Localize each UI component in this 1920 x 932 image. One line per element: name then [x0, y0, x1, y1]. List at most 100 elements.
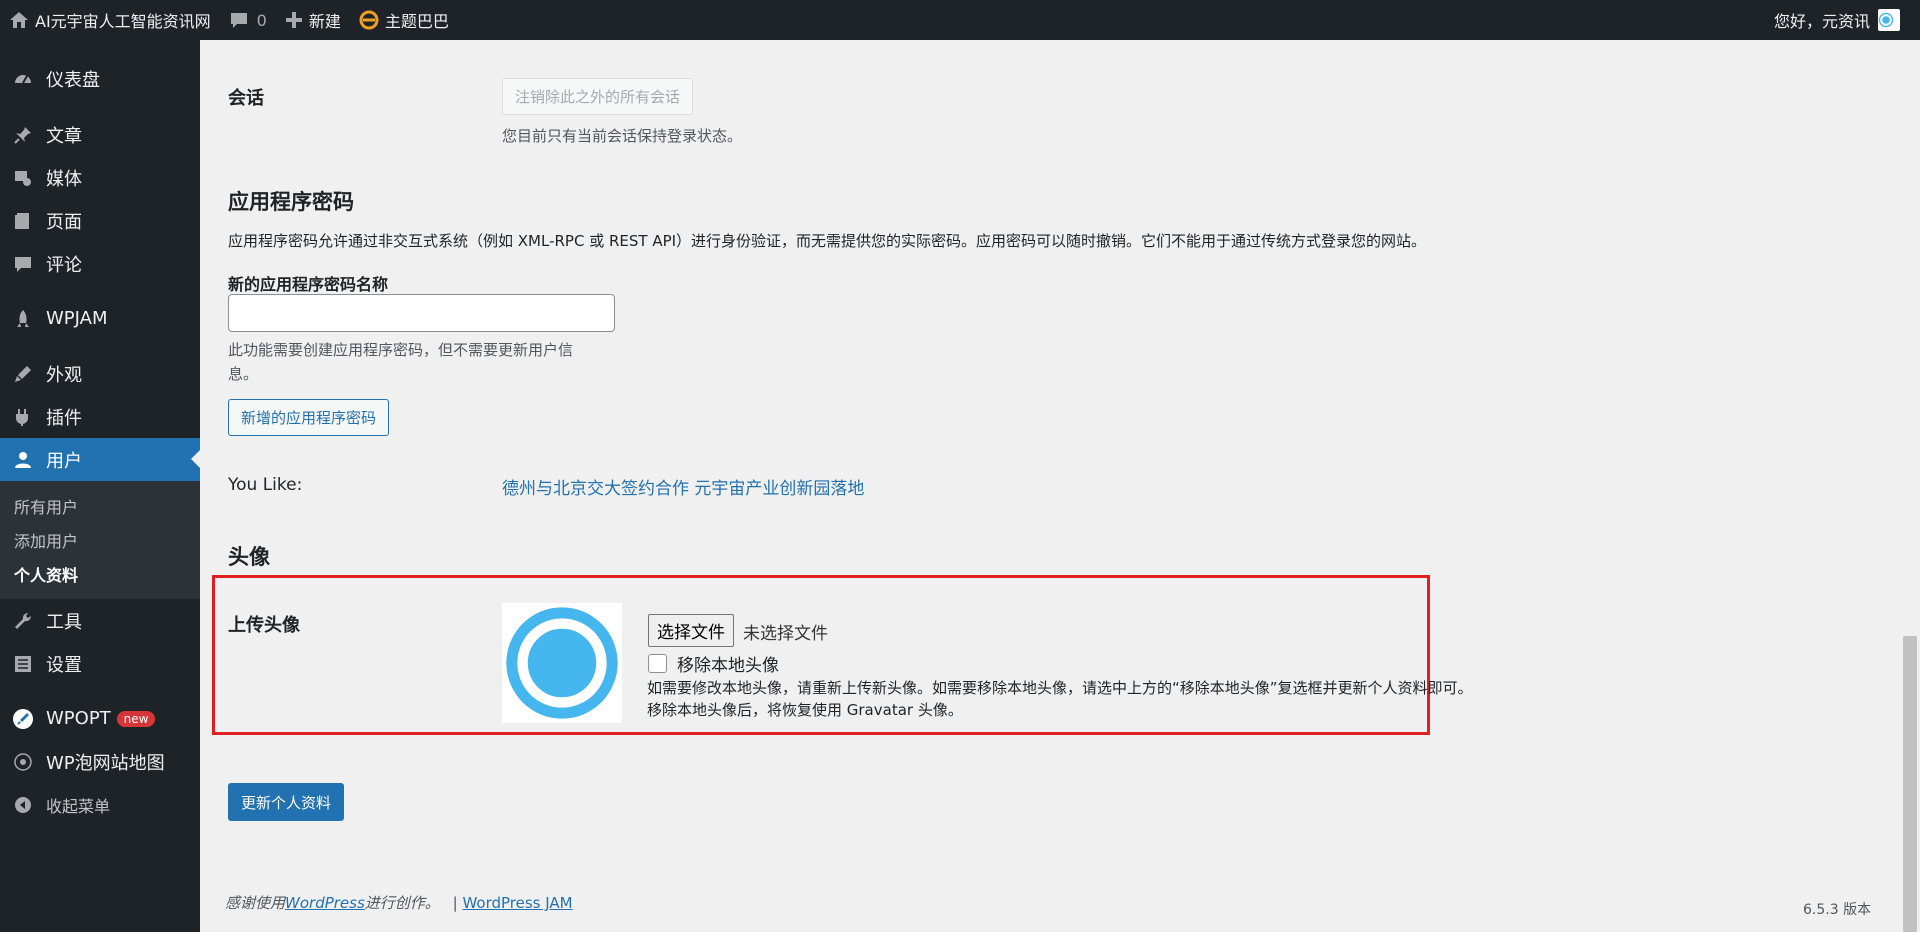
menu-wpjam[interactable]: WPJAM — [0, 297, 200, 340]
theme-link[interactable]: 主题巴巴 — [350, 0, 458, 40]
you-like-label: You Like: — [228, 475, 303, 495]
comments-link[interactable]: 0 — [220, 0, 276, 40]
menu-label: 工具 — [46, 611, 82, 633]
logout-other-sessions-button[interactable]: 注销除此之外的所有会话 — [502, 78, 694, 115]
menu-appearance[interactable]: 外观 — [0, 352, 200, 395]
page-icon — [12, 210, 34, 232]
users-submenu: 所有用户 添加用户 个人资料 — [0, 481, 200, 599]
upload-avatar-label: 上传头像 — [228, 615, 300, 636]
page-scrollbar[interactable] — [1900, 40, 1920, 932]
theme-label: 主题巴巴 — [384, 12, 449, 31]
sitemap-icon — [12, 751, 34, 773]
collapse-icon — [12, 794, 34, 816]
admin-bar: AI元宇宙人工智能资讯网 0 新建 主题巴巴 您好，元资讯 — [0, 0, 1920, 40]
menu-users[interactable]: 用户 — [0, 438, 200, 481]
footer-version: 6.5.3 版本 — [1803, 902, 1872, 918]
user-icon — [12, 449, 34, 471]
footer-thanks: 感谢使用WordPress进行创作。 | WordPress JAM — [225, 892, 573, 913]
you-like-link[interactable]: 德州与北京交大签约合作 元宇宙产业创新园落地 — [502, 474, 864, 499]
media-icon — [12, 167, 34, 189]
app-password-help: 此功能需要创建应用程序密码，但不需要更新用户信 息。 — [228, 338, 573, 386]
menu-label: 插件 — [46, 407, 82, 429]
no-file-text: 未选择文件 — [743, 624, 828, 644]
menu-label: WP泡网站地图 — [46, 752, 165, 774]
menu-wpopt[interactable]: WPOPT new — [0, 697, 200, 740]
site-name: AI元宇宙人工智能资讯网 — [35, 12, 211, 31]
help-line: 移除本地头像后，将恢复使用 Gravatar 头像。 — [647, 701, 963, 719]
menu-label: 用户 — [46, 450, 82, 472]
comment-icon — [230, 13, 247, 28]
add-app-password-button[interactable]: 新增的应用程序密码 — [228, 399, 390, 436]
my-account-link[interactable]: 您好，元资讯 — [1765, 0, 1920, 40]
copyright-logo-icon — [1878, 12, 1894, 28]
theme-logo-icon — [359, 10, 379, 30]
avatar-help: 如需要修改本地头像，请重新上传新头像。如需要移除本地头像，请选中上方的“移除本地… — [647, 677, 1473, 721]
wrench-icon — [12, 610, 34, 632]
menu-label: WPJAM — [46, 308, 108, 329]
new-label: 新建 — [308, 12, 341, 31]
avatar-small — [1878, 9, 1900, 31]
comment-icon — [12, 253, 34, 275]
menu-comments[interactable]: 评论 — [0, 242, 200, 285]
brush-icon — [12, 363, 34, 385]
submenu-profile[interactable]: 个人资料 — [0, 557, 200, 591]
dashboard-icon — [12, 68, 34, 90]
menu-posts[interactable]: 文章 — [0, 113, 200, 156]
home-icon — [10, 12, 28, 28]
wordpress-jam-link[interactable]: WordPress JAM — [462, 894, 572, 912]
remove-avatar-label[interactable]: 移除本地头像 — [677, 651, 779, 676]
settings-icon — [12, 653, 34, 675]
menu-collapse[interactable]: 收起菜单 — [0, 783, 200, 826]
menu-label: WPOPT — [46, 708, 111, 729]
greeting: 您好，元资讯 — [1773, 12, 1870, 31]
sessions-desc: 您目前只有当前会话保持登录状态。 — [502, 127, 743, 145]
submenu-add-user[interactable]: 添加用户 — [0, 523, 200, 557]
new-badge: new — [116, 710, 156, 727]
menu-label: 页面 — [46, 211, 82, 233]
footer-separator: | — [452, 894, 458, 912]
app-passwords-desc: 应用程序密码允许通过非交互式系统（例如 XML-RPC 或 REST API）进… — [228, 232, 1427, 250]
help-line: 此功能需要创建应用程序密码，但不需要更新用户信 — [228, 341, 574, 359]
avatar-preview — [502, 603, 622, 723]
remove-avatar-checkbox[interactable] — [648, 654, 667, 673]
site-name-link[interactable]: AI元宇宙人工智能资讯网 — [0, 0, 220, 40]
menu-label: 收起菜单 — [46, 796, 111, 816]
copyright-logo-icon — [506, 607, 618, 719]
menu-label: 媒体 — [46, 168, 82, 190]
menu-tools[interactable]: 工具 — [0, 599, 200, 642]
footer-thanks-prefix: 感谢使用 — [225, 894, 286, 912]
admin-sidebar: 仪表盘 文章 媒体 页面 评论 WPJAM 外观 插件 用户 所有用户 添加用户… — [0, 40, 200, 932]
rocket-badge-icon — [12, 708, 34, 730]
app-passwords-title: 应用程序密码 — [228, 190, 354, 214]
help-line: 息。 — [228, 365, 259, 383]
avatar-section-title: 头像 — [228, 545, 270, 569]
footer-thanks-suffix: 进行创作。 — [364, 894, 440, 912]
help-line: 如需要修改本地头像，请重新上传新头像。如需要移除本地头像，请选中上方的“移除本地… — [647, 679, 1473, 697]
rocket-icon — [12, 308, 34, 330]
app-password-name-label: 新的应用程序密码名称 — [228, 275, 389, 294]
menu-label: 评论 — [46, 254, 82, 276]
menu-media[interactable]: 媒体 — [0, 156, 200, 199]
menu-label: 外观 — [46, 364, 82, 386]
wordpress-link[interactable]: WordPress — [285, 894, 365, 912]
sessions-label: 会话 — [228, 88, 264, 109]
menu-label: 设置 — [46, 654, 82, 676]
menu-label: 仪表盘 — [46, 69, 100, 91]
scrollbar-thumb[interactable] — [1903, 636, 1917, 932]
plus-icon — [285, 12, 302, 28]
menu-dashboard[interactable]: 仪表盘 — [0, 57, 200, 100]
submenu-all-users[interactable]: 所有用户 — [0, 489, 200, 523]
comments-count: 0 — [256, 10, 267, 30]
pin-icon — [12, 124, 34, 146]
app-password-name-input[interactable] — [228, 294, 615, 332]
menu-settings[interactable]: 设置 — [0, 642, 200, 685]
new-content-link[interactable]: 新建 — [276, 0, 350, 40]
menu-label: 文章 — [46, 125, 82, 147]
menu-plugins[interactable]: 插件 — [0, 395, 200, 438]
update-profile-button[interactable]: 更新个人资料 — [228, 783, 345, 821]
menu-pages[interactable]: 页面 — [0, 199, 200, 242]
plugin-icon — [12, 406, 34, 428]
main-content: 会话 注销除此之外的所有会话 您目前只有当前会话保持登录状态。 应用程序密码 应… — [200, 40, 1900, 932]
menu-sitemap[interactable]: WP泡网站地图 — [0, 740, 200, 783]
choose-file-button[interactable]: 选择文件 — [648, 614, 734, 647]
